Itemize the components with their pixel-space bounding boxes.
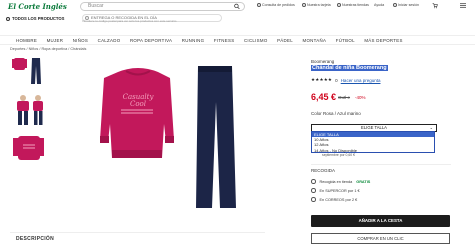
card-link[interactable]: Nuestra tarjeta	[302, 3, 331, 7]
orders-link[interactable]: Consulta de pedidos	[257, 3, 295, 7]
pickup-title: RECOGIDA	[311, 168, 336, 173]
rating-count: 0	[335, 77, 338, 83]
pickup-option-label: Recogida en tienda	[319, 179, 353, 184]
delivery-subtext: Introduce tu código postal para ver solo…	[82, 19, 177, 23]
search-input[interactable]: Buscar	[80, 2, 245, 11]
radio-icon[interactable]	[311, 197, 316, 202]
radio-icon[interactable]	[311, 188, 316, 193]
shipping-note: septiembre por 0,60 €	[322, 153, 355, 157]
description-section-title[interactable]: DESCRIPCIÓN	[16, 236, 54, 242]
menu-icon[interactable]	[460, 3, 466, 8]
stores-link[interactable]: Nuestras tiendas	[337, 3, 369, 7]
current-price: 6,45 €	[311, 92, 337, 102]
top-bar: El Corte Inglés Buscar Consulta de pedid…	[0, 0, 475, 13]
nav-item-mujer[interactable]: MUJER	[47, 38, 64, 43]
free-badge: GRATIS	[356, 179, 371, 184]
menu-toggle-icon	[6, 16, 10, 21]
nav-item-hombre[interactable]: HOMBRE	[16, 38, 37, 43]
nav-item-montana[interactable]: MONTAÑA	[302, 38, 326, 43]
nav-item-padel[interactable]: PÁDEL	[277, 38, 293, 43]
login-link[interactable]: Iniciar sesión	[393, 3, 419, 7]
thumbnail-outfit[interactable]	[10, 54, 46, 90]
rating-row: ★★★★★ 0 Hacer una pregunta	[311, 77, 380, 83]
nav-item-calzado[interactable]: CALZADO	[98, 38, 121, 43]
search-icon[interactable]	[234, 3, 240, 10]
nav-item-ropa-deportiva[interactable]: ROPA DEPORTIVA	[130, 38, 172, 43]
pickup-option-label: En CORREOS por 2 €	[319, 197, 358, 202]
pickup-option-store[interactable]: Recogida en tienda GRATIS	[311, 177, 451, 186]
user-icon	[393, 3, 397, 7]
thumbnail-detail[interactable]	[10, 130, 46, 166]
login-link-label: Iniciar sesión	[398, 3, 419, 7]
thumbnail-worn[interactable]	[10, 92, 46, 128]
logo[interactable]: El Corte Inglés	[8, 2, 67, 11]
box-icon	[257, 3, 261, 7]
help-link-label: Ayuda	[374, 3, 385, 7]
brand-name[interactable]: Boomerang	[311, 59, 334, 64]
main-product-image[interactable]: Casualty Cool	[86, 62, 262, 214]
buy-one-click-button[interactable]: COMPRAR EN UN CLIC	[311, 233, 450, 244]
cart-icon[interactable]	[432, 2, 438, 9]
stores-link-label: Nuestras tiendas	[342, 3, 369, 7]
card-link-label: Nuestra tarjeta	[307, 3, 331, 7]
discount-badge: -40%	[355, 95, 366, 100]
main-nav: HOMBRE MUJER NIÑOS CALZADO ROPA DEPORTIV…	[0, 35, 475, 45]
sweatshirt-print-text: Casualty Cool	[122, 93, 154, 108]
breadcrumb[interactable]: Deportes / Niños / Ropa deportiva / Chán…	[10, 47, 86, 51]
rating-stars[interactable]: ★★★★★	[311, 77, 332, 83]
nav-item-mas-deportes[interactable]: MÁS DEPORTES	[364, 38, 402, 43]
divider	[311, 164, 451, 165]
all-products-label: TODOS LOS PRODUCTOS	[12, 16, 65, 21]
nav-item-ninos[interactable]: NIÑOS	[73, 38, 88, 43]
ask-question-link[interactable]: Hacer una pregunta	[341, 78, 381, 83]
pickup-option-supercor[interactable]: En SUPERCOR por 1 €	[311, 186, 451, 195]
all-products-menu[interactable]: TODOS LOS PRODUCTOS	[6, 16, 64, 21]
store-icon	[337, 3, 341, 7]
nav-item-fitness[interactable]: FITNESS	[214, 38, 235, 43]
subheader: TODOS LOS PRODUCTOS ENTREGA O RECOGIDA E…	[0, 13, 475, 23]
card-icon	[302, 3, 306, 7]
pickup-option-correos[interactable]: En CORREOS por 2 €	[311, 195, 451, 204]
nav-item-running[interactable]: RUNNING	[182, 38, 205, 43]
old-price: Outl e	[338, 95, 351, 100]
product-title: Chándal de niña Boomerang	[311, 65, 388, 71]
radio-icon[interactable]	[311, 179, 316, 184]
divider	[10, 232, 265, 233]
color-label: Color Rosa / Azul marino	[311, 111, 361, 116]
product-image-graphic	[100, 66, 236, 208]
pickup-option-label: En SUPERCOR por 1 €	[319, 188, 360, 193]
size-select-value: ELIGE TALLA	[361, 125, 387, 130]
size-dropdown-list: ELIGE TALLA 10 Años 12 Años 14 Años - No…	[311, 131, 435, 153]
search-placeholder: Buscar	[88, 3, 104, 9]
orders-link-label: Consulta de pedidos	[262, 3, 295, 7]
nav-item-futbol[interactable]: FÚTBOL	[336, 38, 355, 43]
help-link[interactable]: Ayuda	[374, 3, 384, 7]
nav-item-ciclismo[interactable]: CICLISMO	[244, 38, 268, 43]
add-to-cart-button[interactable]: AÑADIR A LA CESTA	[311, 215, 450, 227]
